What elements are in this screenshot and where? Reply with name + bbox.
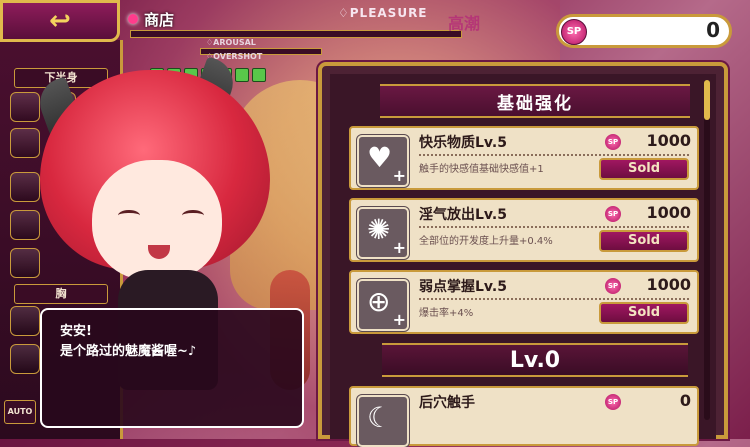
upgrade-card[interactable]: ☾ 后穴触手 SP 0 (349, 386, 699, 447)
sold-button[interactable]: Sold (599, 302, 689, 324)
status-icon (235, 68, 249, 82)
right-eye (182, 210, 204, 221)
divider (419, 298, 689, 300)
level-label: Lv.0 (509, 347, 561, 373)
panel-title: 基础强化 (497, 93, 573, 114)
dialog-line-1: 安安! (60, 324, 92, 339)
pleasure-label: ♢PLEASURE (338, 6, 428, 20)
upgrade-cost: 1000 (646, 131, 691, 150)
sidebar-slot-1[interactable] (10, 92, 40, 122)
upgrade-description: 爆击率+4% (419, 308, 474, 319)
sp-coin-icon: SP (561, 19, 587, 45)
upgrade-cost: 1000 (646, 275, 691, 294)
panel-scroll-thumb[interactable] (704, 80, 710, 120)
sold-button[interactable]: Sold (599, 158, 689, 180)
sidebar-slot-6[interactable] (10, 210, 40, 240)
sidebar-slot-5[interactable] (10, 172, 40, 202)
crosshair-plus-icon: ⊕ + (357, 279, 409, 331)
upgrade-card: ♥ + 快乐物质Lv.5 SP 1000 触手的快感值基础快感值+1 Sold (349, 126, 699, 190)
upgrade-name: 后穴触手 (419, 395, 475, 411)
pink-dot-icon (128, 14, 138, 24)
upgrade-card: ⊕ + 弱点掌握Lv.5 SP 1000 爆击率+4% Sold (349, 270, 699, 334)
divider (419, 226, 689, 228)
sp-coin-icon: SP (605, 134, 621, 150)
tentacle-icon: ☾ (357, 395, 409, 447)
back-button[interactable]: ↩ (0, 0, 120, 42)
sp-coin-icon: SP (605, 278, 621, 294)
sold-button[interactable]: Sold (599, 230, 689, 252)
climax-label: 高潮 (448, 14, 481, 33)
sidebar-slot-8[interactable] (10, 306, 40, 336)
upgrade-name: 淫气放出Lv.5 (419, 207, 507, 223)
shop-title-text: 商店 (144, 10, 175, 29)
shop-title: 商店 (128, 6, 358, 32)
level-banner: Lv.0 (382, 343, 688, 377)
upgrade-card: ✺ + 淫气放出Lv.5 SP 1000 全部位的开发度上升量+0.4% Sold (349, 198, 699, 262)
panel-scrollbar[interactable] (704, 80, 710, 420)
upgrade-description: 触手的快感值基础快感值+1 (419, 164, 544, 175)
sp-value: 0 (706, 18, 720, 42)
upgrade-name: 弱点掌握Lv.5 (419, 279, 507, 295)
upgrade-description: 全部位的开发度上升量+0.4% (419, 236, 553, 247)
section-label-chest: 胸 (14, 284, 108, 304)
sidebar-slot-9[interactable] (10, 344, 40, 374)
heart-plus-icon: ♥ + (357, 135, 409, 187)
upgrade-name: 快乐物质Lv.5 (419, 135, 507, 151)
upgrade-cost: 1000 (646, 203, 691, 222)
sidebar-slot-7[interactable] (10, 248, 40, 278)
panel-title-banner: 基础强化 (380, 84, 690, 118)
left-eye (118, 210, 140, 221)
upgrade-cost: 0 (679, 391, 691, 410)
dialog-line-2: 是个路过的魅魔酱喔~♪ (60, 344, 197, 359)
sp-coin-icon: SP (605, 394, 621, 410)
divider (419, 154, 689, 156)
auto-button[interactable]: AUTO (4, 400, 36, 424)
splash-plus-icon: ✺ + (357, 207, 409, 259)
status-icon (252, 68, 266, 82)
arousal-label: ♢AROUSAL (206, 38, 256, 47)
return-arrow-icon: ↩ (49, 6, 71, 36)
sidebar-slot-4[interactable] (10, 128, 40, 158)
sp-coin-icon: SP (605, 206, 621, 222)
pleasure-gauge (130, 30, 462, 38)
